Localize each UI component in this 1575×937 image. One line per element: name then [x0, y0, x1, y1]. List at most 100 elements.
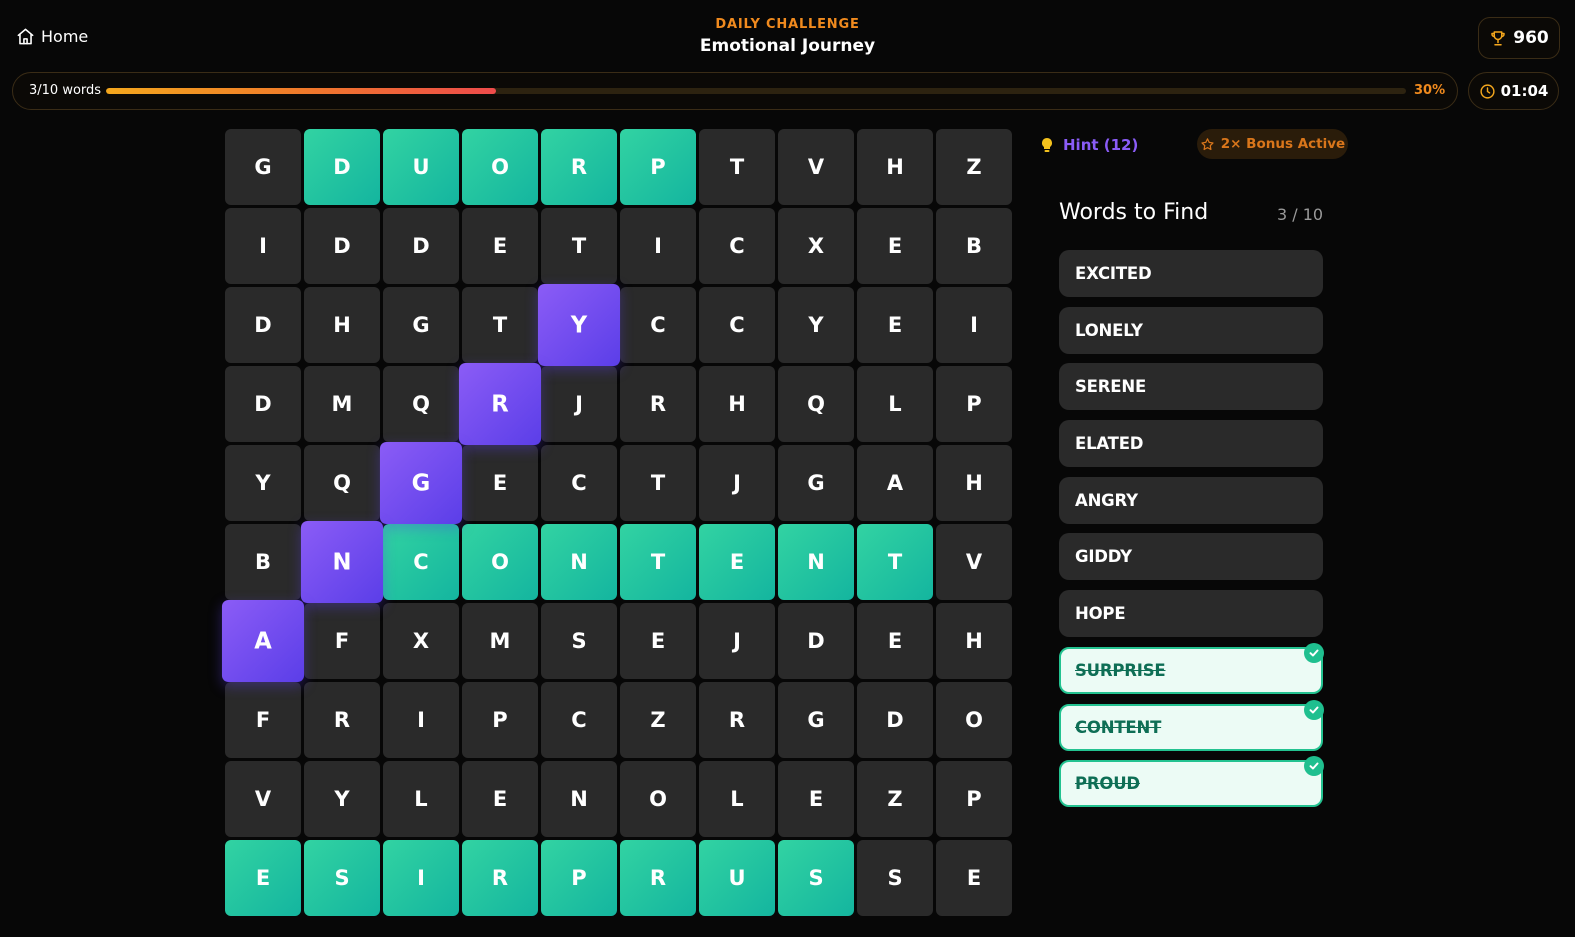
grid-cell[interactable]: D — [778, 603, 854, 679]
grid-cell[interactable]: T — [620, 445, 696, 521]
grid-cell[interactable]: Y — [225, 445, 301, 521]
grid-cell[interactable]: Z — [620, 682, 696, 758]
grid-cell[interactable]: C — [541, 445, 617, 521]
grid-cell[interactable]: P — [936, 761, 1012, 837]
grid-cell[interactable]: P — [462, 682, 538, 758]
grid-cell[interactable]: H — [936, 603, 1012, 679]
grid-cell[interactable]: I — [383, 840, 459, 916]
grid-cell[interactable]: A — [221, 599, 305, 683]
grid-cell[interactable]: S — [541, 603, 617, 679]
grid-cell[interactable]: T — [462, 287, 538, 363]
grid-cell[interactable]: P — [620, 129, 696, 205]
grid-cell[interactable]: C — [541, 682, 617, 758]
grid-cell[interactable]: Z — [936, 129, 1012, 205]
grid-cell[interactable]: V — [778, 129, 854, 205]
grid-cell[interactable]: L — [699, 761, 775, 837]
grid-cell[interactable]: M — [462, 603, 538, 679]
grid-cell[interactable]: R — [304, 682, 380, 758]
grid-cell[interactable]: R — [699, 682, 775, 758]
grid-cell[interactable]: Y — [304, 761, 380, 837]
grid-cell[interactable]: E — [620, 603, 696, 679]
grid-cell[interactable]: R — [620, 366, 696, 442]
grid-cell[interactable]: C — [699, 287, 775, 363]
grid-cell[interactable]: Q — [304, 445, 380, 521]
grid-cell[interactable]: T — [857, 524, 933, 600]
grid-cell[interactable]: N — [541, 524, 617, 600]
grid-cell[interactable]: P — [936, 366, 1012, 442]
grid-cell[interactable]: R — [620, 840, 696, 916]
grid-cell[interactable]: E — [699, 524, 775, 600]
grid-cell[interactable]: D — [857, 682, 933, 758]
grid-cell[interactable]: N — [541, 761, 617, 837]
grid-cell[interactable]: Y — [537, 283, 621, 367]
grid-cell[interactable]: D — [383, 208, 459, 284]
grid-cell[interactable]: C — [383, 524, 459, 600]
grid-cell[interactable]: G — [778, 445, 854, 521]
grid-cell[interactable]: L — [857, 366, 933, 442]
grid-cell[interactable]: V — [936, 524, 1012, 600]
grid-cell[interactable]: J — [699, 603, 775, 679]
grid-cell[interactable]: T — [620, 524, 696, 600]
grid-cell[interactable]: Z — [857, 761, 933, 837]
grid-cell[interactable]: E — [462, 761, 538, 837]
grid-cell[interactable]: E — [857, 603, 933, 679]
grid-cell[interactable]: N — [778, 524, 854, 600]
grid-cell[interactable]: O — [462, 524, 538, 600]
grid-cell[interactable]: E — [857, 208, 933, 284]
grid-cell[interactable]: A — [857, 445, 933, 521]
grid-cell[interactable]: Q — [383, 366, 459, 442]
grid-cell[interactable]: H — [936, 445, 1012, 521]
hint-button[interactable]: Hint (12) — [1040, 132, 1138, 158]
grid-cell[interactable]: S — [778, 840, 854, 916]
grid-cell[interactable]: D — [304, 129, 380, 205]
grid-cell[interactable]: F — [304, 603, 380, 679]
grid-cell[interactable]: T — [541, 208, 617, 284]
grid-cell[interactable]: J — [541, 366, 617, 442]
grid-cell[interactable]: R — [541, 129, 617, 205]
grid-cell[interactable]: R — [458, 362, 542, 446]
grid-cell[interactable]: D — [225, 287, 301, 363]
grid-cell[interactable]: G — [379, 441, 463, 525]
grid-cell[interactable]: O — [462, 129, 538, 205]
grid-cell[interactable]: C — [699, 208, 775, 284]
grid-cell[interactable]: I — [620, 208, 696, 284]
grid-cell[interactable]: R — [462, 840, 538, 916]
grid-cell[interactable]: I — [936, 287, 1012, 363]
grid-cell[interactable]: E — [857, 287, 933, 363]
grid-cell[interactable]: F — [225, 682, 301, 758]
grid-cell[interactable]: P — [541, 840, 617, 916]
grid-cell[interactable]: S — [857, 840, 933, 916]
grid-cell[interactable]: S — [304, 840, 380, 916]
grid-cell[interactable]: O — [620, 761, 696, 837]
grid-cell[interactable]: L — [383, 761, 459, 837]
grid-cell[interactable]: H — [857, 129, 933, 205]
grid-cell[interactable]: E — [462, 208, 538, 284]
grid-cell[interactable]: E — [778, 761, 854, 837]
grid-cell[interactable]: U — [383, 129, 459, 205]
grid-cell[interactable]: O — [936, 682, 1012, 758]
grid-cell[interactable]: J — [699, 445, 775, 521]
grid-cell[interactable]: G — [225, 129, 301, 205]
grid-cell[interactable]: X — [778, 208, 854, 284]
grid-cell[interactable]: N — [300, 520, 384, 604]
grid-cell[interactable]: D — [304, 208, 380, 284]
grid-cell[interactable]: E — [462, 445, 538, 521]
letter-grid[interactable]: GDUORPTVHZIDDETICXEBDHGTYCCYEIDMQRJRHQLP… — [221, 129, 1012, 916]
grid-cell[interactable]: Q — [778, 366, 854, 442]
grid-cell[interactable]: B — [936, 208, 1012, 284]
grid-cell[interactable]: M — [304, 366, 380, 442]
grid-cell[interactable]: I — [383, 682, 459, 758]
grid-cell[interactable]: X — [383, 603, 459, 679]
grid-cell[interactable]: U — [699, 840, 775, 916]
grid-cell[interactable]: G — [778, 682, 854, 758]
grid-cell[interactable]: D — [225, 366, 301, 442]
grid-cell[interactable]: H — [699, 366, 775, 442]
grid-cell[interactable]: E — [936, 840, 1012, 916]
grid-cell[interactable]: Y — [778, 287, 854, 363]
grid-cell[interactable]: T — [699, 129, 775, 205]
grid-cell[interactable]: E — [225, 840, 301, 916]
grid-cell[interactable]: I — [225, 208, 301, 284]
grid-cell[interactable]: B — [225, 524, 301, 600]
grid-cell[interactable]: G — [383, 287, 459, 363]
grid-cell[interactable]: H — [304, 287, 380, 363]
